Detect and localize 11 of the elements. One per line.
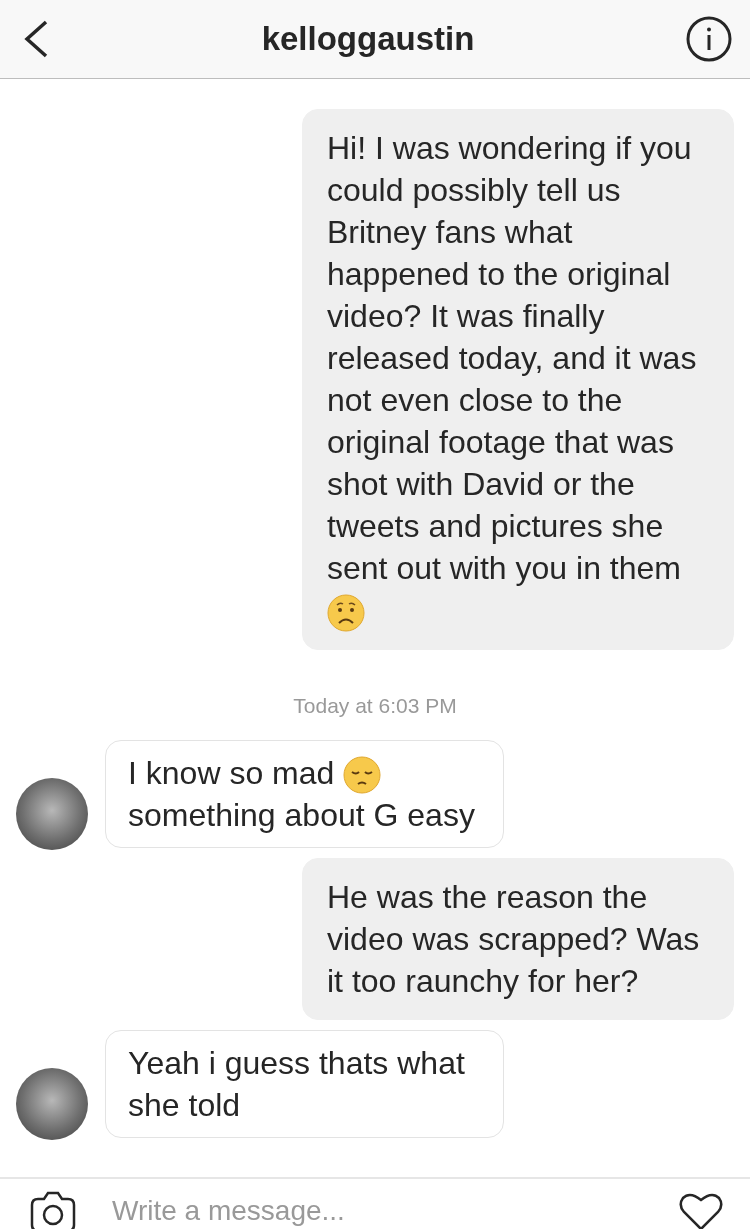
back-icon[interactable] <box>22 19 50 59</box>
message-timestamp: Today at 6:03 PM <box>292 693 458 718</box>
chat-title: kelloggaustin <box>261 20 475 58</box>
received-message-bubble: I know so mad something about G easy <box>105 739 504 849</box>
sent-message-bubble: He was the reason the video was scrapped? Was it too raunchy for her? <box>302 858 734 1021</box>
info-icon[interactable] <box>686 16 732 62</box>
heart-icon[interactable] <box>678 1191 724 1229</box>
message-input-field[interactable]: Write a message... <box>112 1193 644 1229</box>
sent-message-bubble: Hi! I was wondering if you could possibly tell us Britney fans what happened to the original video? It was finally released today, and it was not even close to the original footage that was shot with David or the tweets and pictures she sent out with you in them <box>302 109 734 650</box>
camera-icon[interactable] <box>28 1191 78 1229</box>
received-message-bubble: Yeah i guess thats what she told <box>105 1030 504 1139</box>
